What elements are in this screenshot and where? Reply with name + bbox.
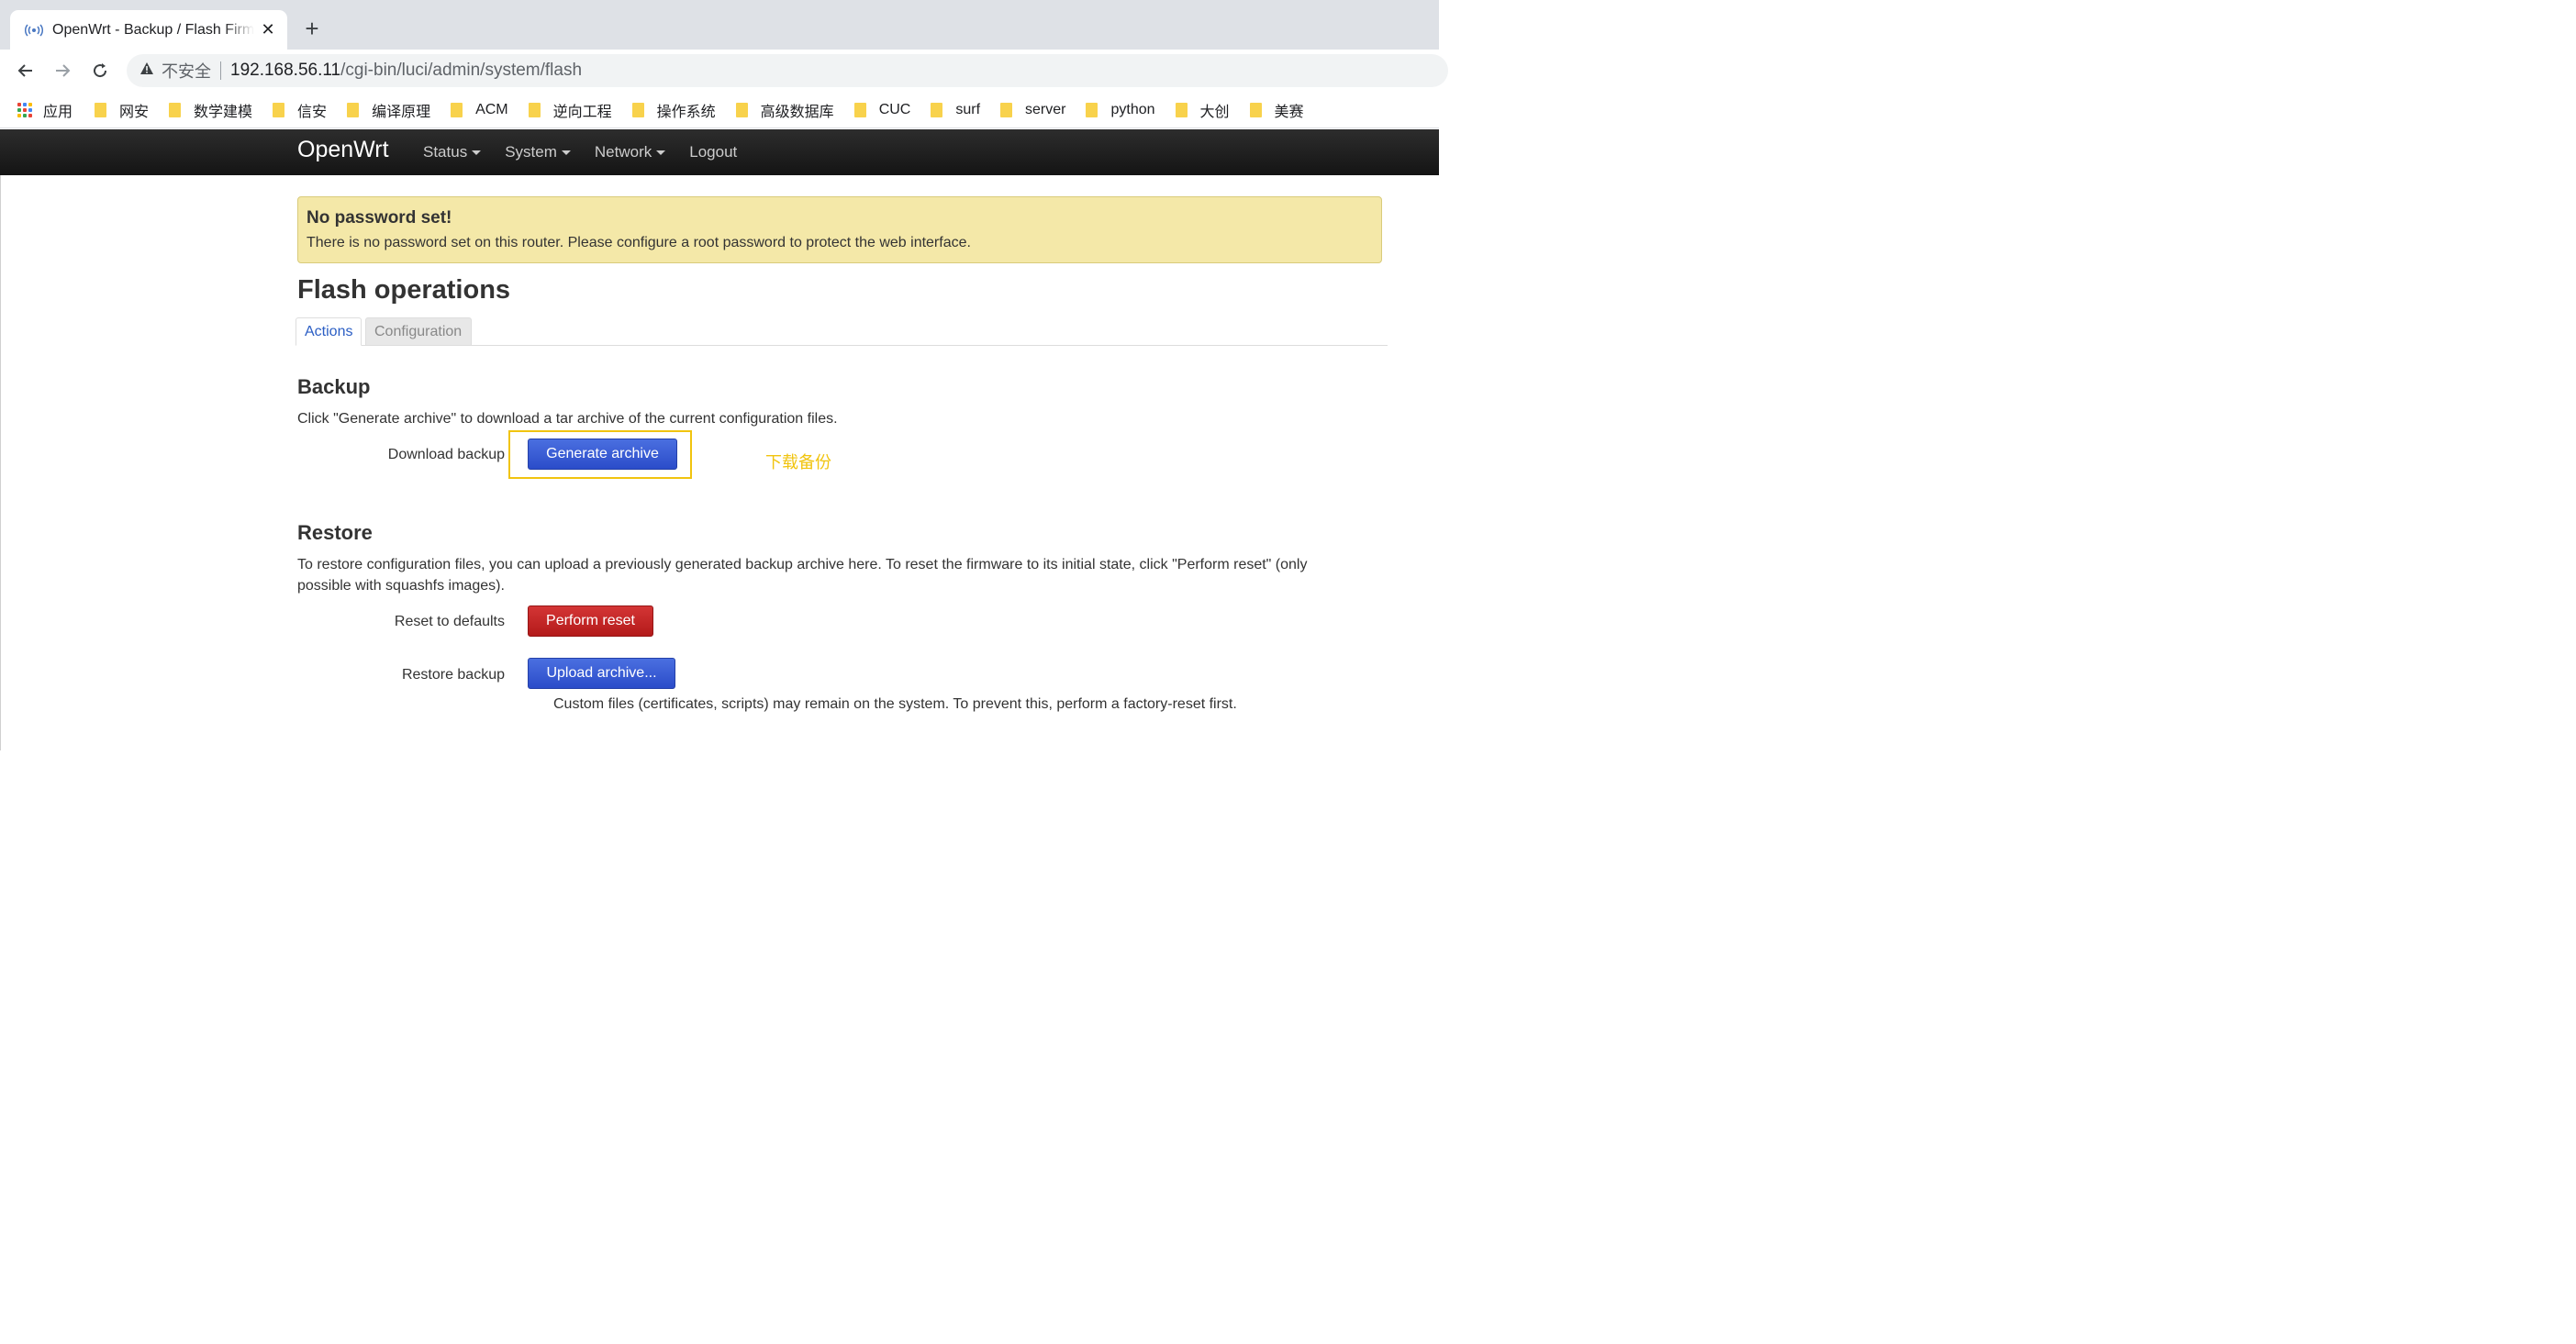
tab-close-icon[interactable]: ✕ <box>260 20 276 39</box>
bookmark-folder[interactable]: 逆向工程 <box>528 99 612 121</box>
bookmark-label: python <box>1110 101 1155 117</box>
download-backup-label: Download backup <box>387 447 505 462</box>
content-tabs: Actions Configuration <box>296 317 1388 346</box>
perform-reset-button[interactable]: Perform reset <box>528 605 653 637</box>
tab-actions[interactable]: Actions <box>296 317 362 346</box>
backup-heading: Backup <box>297 375 371 398</box>
bookmark-label: 信安 <box>297 104 328 120</box>
reload-icon[interactable] <box>88 59 112 83</box>
password-warning-alert: No password set! There is no password se… <box>297 196 1382 263</box>
bookmarks-bar: 应用 网安 数学建模 信安 编译原理 ACM 逆向工程 操作系统 高级数据库 C… <box>0 92 1439 128</box>
folder-icon <box>735 102 748 117</box>
bookmark-folder[interactable]: 大创 <box>1175 99 1230 121</box>
tab-configuration[interactable]: Configuration <box>365 317 472 346</box>
menu-status[interactable]: Status <box>423 143 482 161</box>
bookmark-apps[interactable]: 应用 <box>17 99 72 121</box>
browser-tabstrip: OpenWrt - Backup / Flash Firm ✕ + <box>0 0 1439 50</box>
menu-label: Status <box>423 143 468 161</box>
menu-logout[interactable]: Logout <box>689 143 737 161</box>
folder-icon <box>95 102 107 117</box>
bookmark-label: 操作系统 <box>656 104 716 120</box>
restore-note: Custom files (certificates, scripts) may… <box>553 696 1237 712</box>
folder-icon <box>528 102 541 117</box>
page-title: Flash operations <box>297 275 511 305</box>
folder-icon <box>1086 102 1098 117</box>
bookmark-label: 逆向工程 <box>552 104 612 120</box>
folder-icon <box>169 102 182 117</box>
folder-icon <box>1175 102 1188 117</box>
restore-description-line1: To restore configuration files, you can … <box>297 557 1308 572</box>
forward-icon[interactable] <box>50 59 74 83</box>
page-edge <box>0 175 1 750</box>
reset-defaults-label: Reset to defaults <box>394 614 505 629</box>
alert-text: There is no password set on this router.… <box>307 235 971 250</box>
browser-toolbar: 不安全 192.168.56.11 /cgi-bin/luci/admin/sy… <box>0 50 1448 92</box>
folder-icon <box>1249 102 1262 117</box>
bookmark-folder[interactable]: 编译原理 <box>347 99 430 121</box>
bookmark-folder[interactable]: python <box>1086 101 1155 118</box>
bookmark-folder[interactable]: 信安 <box>273 99 327 121</box>
main-menu: Status System Network Logout <box>423 143 761 161</box>
bookmark-label: server <box>1025 101 1066 117</box>
bookmark-label: 编译原理 <box>372 104 431 120</box>
address-bar[interactable]: 不安全 192.168.56.11 /cgi-bin/luci/admin/sy… <box>127 54 1448 87</box>
wireless-favicon-icon <box>25 23 43 38</box>
bookmark-folder[interactable]: surf <box>931 102 980 118</box>
bookmark-label: CUC <box>878 101 911 117</box>
backup-description: Click "Generate archive" to download a t… <box>297 411 838 427</box>
bookmark-label: 高级数据库 <box>760 104 834 120</box>
warning-icon[interactable] <box>139 61 154 80</box>
menu-system[interactable]: System <box>505 143 571 161</box>
openwrt-navbar: OpenWrt Status System Network Logout <box>0 129 1439 175</box>
upload-archive-button[interactable]: Upload archive... <box>528 658 675 689</box>
bookmark-folder[interactable]: 高级数据库 <box>735 99 834 121</box>
bookmark-folder[interactable]: 数学建模 <box>169 99 252 121</box>
folder-icon <box>631 102 644 117</box>
bookmark-label: ACM <box>475 101 508 117</box>
back-icon[interactable] <box>14 59 38 83</box>
browser-tab[interactable]: OpenWrt - Backup / Flash Firm ✕ <box>10 10 287 50</box>
bookmark-folder[interactable]: 网安 <box>95 99 149 121</box>
restore-description-line2: possible with squashfs images). <box>297 578 505 594</box>
security-label[interactable]: 不安全 <box>162 59 211 83</box>
bookmark-label: 应用 <box>43 104 73 120</box>
new-tab-button[interactable]: + <box>301 17 323 40</box>
bookmark-label: 美赛 <box>1274 104 1304 120</box>
restore-backup-label: Restore backup <box>401 667 505 683</box>
caret-down-icon <box>561 150 571 155</box>
bookmark-folder[interactable]: 美赛 <box>1249 99 1304 121</box>
folder-icon <box>451 102 463 117</box>
brand-logo[interactable]: OpenWrt <box>297 137 389 163</box>
menu-network[interactable]: Network <box>594 143 666 161</box>
folder-icon <box>1000 102 1013 117</box>
alert-title: No password set! <box>307 208 452 228</box>
menu-label: Logout <box>689 143 738 161</box>
bookmark-folder[interactable]: server <box>1000 102 1065 118</box>
bookmark-label: 网安 <box>119 104 150 120</box>
generate-archive-button[interactable]: Generate archive <box>528 439 677 470</box>
restore-heading: Restore <box>297 521 373 544</box>
caret-down-icon <box>472 150 482 155</box>
apps-grid-icon <box>17 102 32 117</box>
bookmark-folder[interactable]: CUC <box>853 101 911 118</box>
folder-icon <box>273 102 285 117</box>
tab-title: OpenWrt - Backup / Flash Firm <box>52 21 254 38</box>
url-host: 192.168.56.11 <box>230 61 341 80</box>
bookmark-label: 大创 <box>1199 104 1230 120</box>
bookmark-label: 数学建模 <box>194 104 253 120</box>
address-divider <box>220 61 221 80</box>
menu-label: System <box>505 143 557 161</box>
url-path: /cgi-bin/luci/admin/system/flash <box>340 61 583 80</box>
bookmark-label: surf <box>955 101 981 117</box>
folder-icon <box>347 102 360 117</box>
bookmark-folder[interactable]: 操作系统 <box>631 99 716 121</box>
bookmark-folder[interactable]: ACM <box>451 102 508 118</box>
caret-down-icon <box>656 150 666 155</box>
annotation-label: 下载备份 <box>765 453 831 472</box>
folder-icon <box>931 102 943 117</box>
folder-icon <box>853 102 866 117</box>
menu-label: Network <box>594 143 652 161</box>
